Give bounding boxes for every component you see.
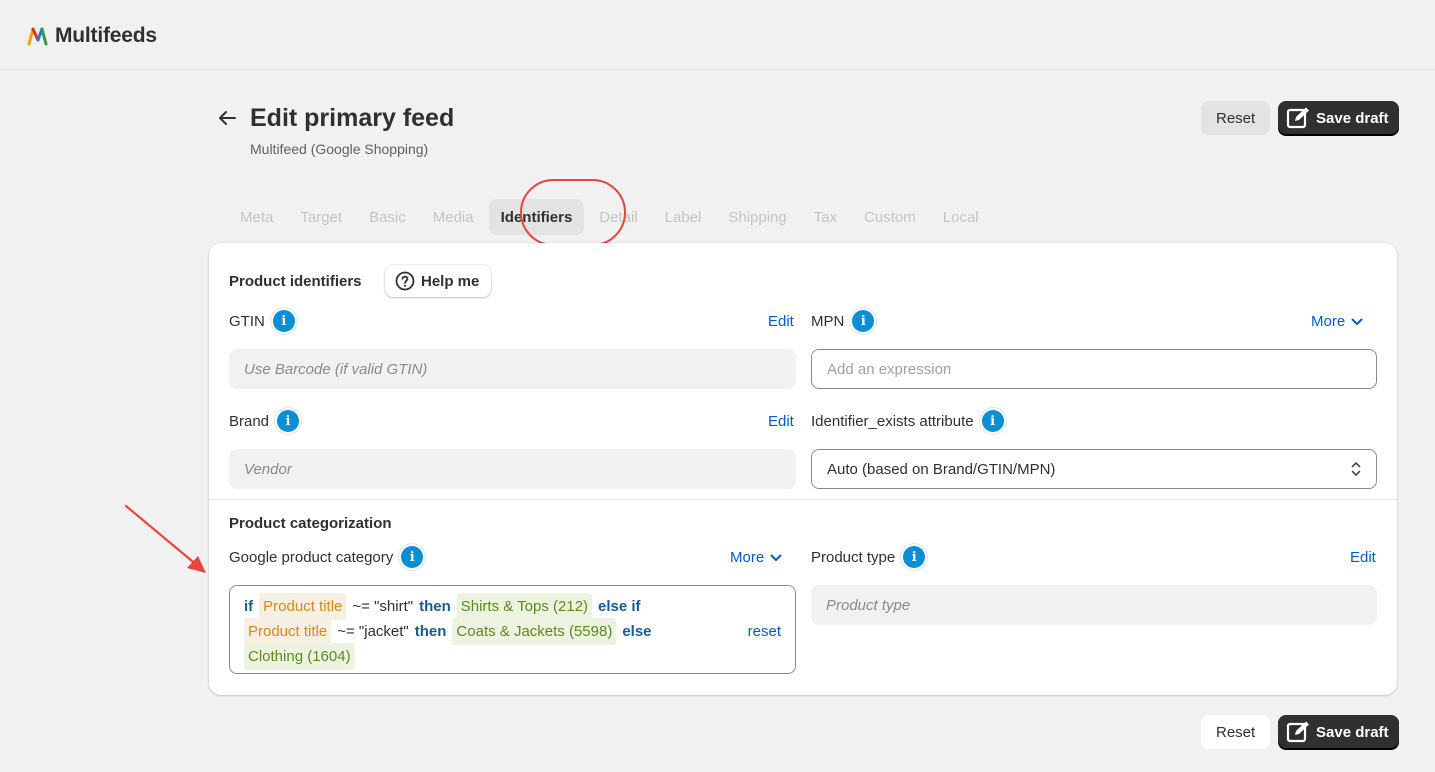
- product-identifiers-title: Product identifiers: [229, 273, 362, 290]
- product-type-info-icon[interactable]: i: [903, 546, 926, 568]
- tab-media[interactable]: Media: [421, 199, 486, 235]
- tab-tax[interactable]: Tax: [802, 199, 849, 235]
- tab-identifiers[interactable]: Identifiers: [488, 199, 585, 235]
- category-token[interactable]: Coats & Jackets (5598): [452, 618, 617, 645]
- keyword-then: then: [414, 623, 447, 640]
- reset-button-bottom[interactable]: Reset: [1201, 715, 1271, 749]
- brand-label: Brand i: [229, 410, 300, 432]
- page-title: Edit primary feed: [250, 104, 455, 132]
- arrow-left-icon: [219, 111, 236, 125]
- keyword-if: if: [244, 598, 254, 615]
- mpn-info-icon[interactable]: i: [852, 310, 875, 332]
- gtin-label-text: GTIN: [229, 312, 265, 330]
- chevron-down-icon: [1351, 318, 1363, 325]
- product-categorization-title: Product categorization: [229, 515, 392, 532]
- identifiers-card: Product identifiers Help me GTIN i Edit …: [209, 243, 1397, 695]
- chevron-down-icon: [770, 554, 782, 561]
- mpn-input[interactable]: Add an expression: [811, 349, 1377, 389]
- keyword-then: then: [419, 598, 451, 615]
- category-token[interactable]: Shirts & Tops (212): [456, 593, 593, 620]
- section-divider: [209, 499, 1397, 500]
- multifeeds-logo-icon: [27, 27, 48, 46]
- identifier-exists-info-icon[interactable]: i: [981, 410, 1004, 432]
- product-type-field[interactable]: Product type: [811, 585, 1377, 625]
- expression-line-2: Product title ~= "jacket" then Coats & J…: [244, 618, 781, 645]
- operator-token: ~= "jacket": [337, 623, 409, 640]
- keyword-else: else: [622, 623, 652, 640]
- google-category-label: Google product category i: [229, 546, 424, 568]
- top-bar: Multifeeds: [0, 0, 1435, 70]
- operator-token: ~= "shirt": [352, 598, 414, 615]
- select-arrows-icon: [1351, 462, 1361, 476]
- tab-target[interactable]: Target: [288, 199, 354, 235]
- save-draft-label: Save draft: [1316, 109, 1389, 127]
- save-draft-label: Save draft: [1316, 723, 1389, 741]
- brand-label-text: Brand: [229, 412, 270, 430]
- gtin-field[interactable]: Use Barcode (if valid GTIN): [229, 349, 796, 389]
- page-subtitle: Multifeed (Google Shopping): [250, 141, 429, 157]
- identifier-exists-label-text: Identifier_exists attribute: [811, 412, 974, 430]
- tab-custom[interactable]: Custom: [852, 199, 928, 235]
- question-circle-icon: [395, 271, 415, 291]
- save-draft-button-bottom[interactable]: Save draft: [1278, 715, 1399, 749]
- google-category-more-label: More: [730, 549, 765, 566]
- annotation-arrow-icon: [124, 504, 206, 573]
- expression-line-1: if Product title ~= "shirt" then Shirts …: [244, 593, 781, 620]
- app-logo[interactable]: Multifeeds: [27, 24, 157, 48]
- identifier-exists-select[interactable]: Auto (based on Brand/GTIN/MPN): [811, 449, 1377, 489]
- tab-label[interactable]: Label: [653, 199, 714, 235]
- identifier-exists-selected: Auto (based on Brand/GTIN/MPN): [827, 460, 1056, 478]
- tab-detail[interactable]: Detail: [587, 199, 649, 235]
- gtin-info-icon[interactable]: i: [272, 310, 295, 332]
- category-token[interactable]: Clothing (1604): [244, 643, 355, 670]
- product-type-edit-link[interactable]: Edit: [1350, 549, 1376, 566]
- reset-button-top[interactable]: Reset: [1201, 101, 1271, 135]
- app-name: Multifeeds: [55, 24, 157, 47]
- keyword-else-if: else if: [598, 598, 641, 615]
- google-category-expression[interactable]: if Product title ~= "shirt" then Shirts …: [229, 585, 796, 674]
- gtin-label: GTIN i: [229, 310, 295, 332]
- tab-meta[interactable]: Meta: [228, 199, 285, 235]
- expression-reset-link[interactable]: reset: [748, 619, 781, 644]
- save-draft-button-top[interactable]: Save draft: [1278, 101, 1399, 135]
- edit-icon: [1286, 107, 1309, 129]
- gtin-edit-link[interactable]: Edit: [768, 313, 794, 330]
- brand-edit-link[interactable]: Edit: [768, 413, 794, 430]
- mpn-more-label: More: [1311, 313, 1346, 330]
- product-type-label: Product type i: [811, 546, 926, 568]
- back-button[interactable]: [214, 106, 240, 130]
- expression-line-3: Clothing (1604): [244, 643, 781, 670]
- feed-tabs: Meta Target Basic Media Identifiers Deta…: [228, 198, 994, 236]
- mpn-label: MPN i: [811, 310, 875, 332]
- field-token[interactable]: Product title: [244, 618, 332, 645]
- edit-icon: [1286, 721, 1309, 743]
- google-category-label-text: Google product category: [229, 548, 394, 566]
- field-token[interactable]: Product title: [259, 593, 347, 620]
- tab-local[interactable]: Local: [931, 199, 991, 235]
- brand-field[interactable]: Vendor: [229, 449, 796, 489]
- google-category-info-icon[interactable]: i: [401, 546, 424, 568]
- identifier-exists-label: Identifier_exists attribute i: [811, 410, 1004, 432]
- help-me-label: Help me: [421, 272, 480, 290]
- product-type-label-text: Product type: [811, 548, 896, 566]
- mpn-more-button[interactable]: More: [1311, 313, 1363, 330]
- mpn-label-text: MPN: [811, 312, 845, 330]
- google-category-more-button[interactable]: More: [730, 549, 782, 566]
- tab-basic[interactable]: Basic: [357, 199, 418, 235]
- brand-info-icon[interactable]: i: [277, 410, 300, 432]
- help-me-button[interactable]: Help me: [385, 265, 492, 297]
- tab-shipping[interactable]: Shipping: [716, 199, 798, 235]
